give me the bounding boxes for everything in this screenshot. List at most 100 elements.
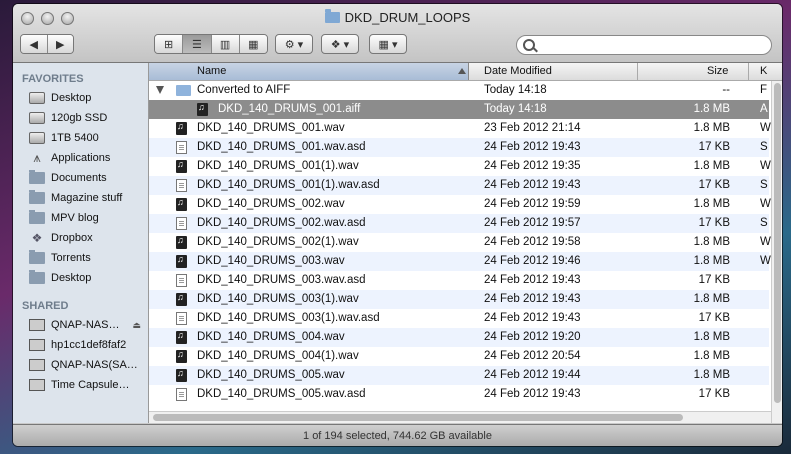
file-name: DKD_140_DRUMS_003(1).wav.asd (197, 312, 380, 324)
file-row[interactable]: DKD_140_DRUMS_001(1).wav 24 Feb 2012 19:3… (149, 157, 771, 176)
sidebar-item-label: 1TB 5400 (51, 132, 99, 144)
sidebar-item[interactable]: Magazine stuff (29, 188, 147, 208)
sidebar-item[interactable]: QNAP-NAS(SA… (29, 355, 147, 375)
forward-button[interactable]: ▶ (47, 35, 73, 53)
column-view-button[interactable]: ▥ (211, 35, 240, 53)
sidebar-item[interactable]: Time Capsule… (29, 375, 147, 395)
file-name: DKD_140_DRUMS_003.wav.asd (197, 274, 366, 286)
network-icon (29, 319, 45, 331)
document-icon (176, 388, 187, 401)
column-header-date[interactable]: Date Modified (484, 65, 552, 77)
search-field[interactable] (516, 35, 772, 55)
file-size: 17 KB (698, 312, 730, 324)
file-row[interactable]: DKD_140_DRUMS_002(1).wav 24 Feb 2012 19:5… (149, 233, 771, 252)
file-name: DKD_140_DRUMS_002(1).wav (197, 236, 359, 248)
document-icon (176, 312, 187, 325)
file-row[interactable]: DKD_140_DRUMS_002.wav 24 Feb 2012 19:59 1.… (149, 195, 771, 214)
file-name: DKD_140_DRUMS_004(1).wav (197, 350, 359, 362)
view-mode-control: ⊞ ☰ ▥ ▦ (154, 34, 268, 54)
column-divider[interactable] (748, 63, 749, 80)
sidebar-item[interactable]: Desktop (29, 268, 147, 288)
sidebar-item[interactable]: ⩚ Applications (29, 148, 147, 168)
sidebar-item[interactable]: Desktop (29, 88, 147, 108)
file-date: 24 Feb 2012 19:59 (484, 198, 581, 210)
vertical-scrollbar[interactable] (771, 81, 782, 423)
sidebar-item-label: 120gb SSD (51, 112, 108, 124)
sidebar-item[interactable]: ❖ Dropbox (29, 228, 147, 248)
dropbox-menu-button[interactable]: ❖ ▾ (321, 34, 359, 54)
audio-file-icon (176, 368, 187, 382)
file-size: -- (722, 84, 730, 96)
file-name: DKD_140_DRUMS_001.wav.asd (197, 141, 366, 153)
file-date: 24 Feb 2012 19:43 (484, 274, 581, 286)
file-kind: S (760, 179, 768, 191)
sidebar-item-label: Desktop (51, 92, 92, 104)
file-kind: F (760, 84, 768, 96)
icon-view-button[interactable]: ⊞ (155, 35, 184, 53)
column-header-name[interactable]: Name (197, 65, 226, 77)
file-row[interactable]: DKD_140_DRUMS_001.wav.asd 24 Feb 2012 19:… (149, 138, 769, 157)
vertical-scroll-thumb[interactable] (774, 83, 781, 403)
file-kind: W (760, 198, 771, 210)
file-row[interactable]: DKD_140_DRUMS_003(1).wav 24 Feb 2012 19:4… (149, 290, 769, 309)
audio-file-icon (176, 292, 187, 306)
file-date: 23 Feb 2012 21:14 (484, 122, 581, 134)
file-row[interactable]: DKD_140_DRUMS_003.wav.asd 24 Feb 2012 19:… (149, 271, 769, 290)
eject-icon[interactable]: ⏏ (132, 320, 141, 331)
file-date: 24 Feb 2012 19:46 (484, 255, 581, 267)
audio-file-icon (176, 121, 187, 135)
finder-window: DKD_DRUM_LOOPS ◀ ▶ ⊞ ☰ ▥ ▦ ⚙ ▾ ❖ ▾ ▦ ▾ F… (13, 4, 782, 446)
action-menu-button[interactable]: ⚙ ▾ (275, 34, 313, 54)
sidebar-item[interactable]: MPV blog (29, 208, 147, 228)
sidebar-item[interactable]: hp1cc1def8faf2 (29, 335, 147, 355)
file-size: 17 KB (698, 274, 730, 286)
folder-icon (29, 250, 45, 264)
list-view-button[interactable]: ☰ (183, 35, 212, 53)
sidebar-item[interactable]: Documents (29, 168, 147, 188)
disclosure-triangle-icon[interactable] (156, 86, 164, 94)
file-size: 1.8 MB (693, 160, 730, 172)
column-header-size[interactable]: Size (707, 65, 728, 77)
title-bar: DKD_DRUM_LOOPS ◀ ▶ ⊞ ☰ ▥ ▦ ⚙ ▾ ❖ ▾ ▦ ▾ (13, 4, 782, 63)
file-row[interactable]: DKD_140_DRUMS_004(1).wav 24 Feb 2012 20:5… (149, 347, 769, 366)
applications-icon: ⩚ (33, 150, 41, 165)
file-row[interactable]: DKD_140_DRUMS_004.wav 24 Feb 2012 19:20 1.… (149, 328, 769, 347)
file-row[interactable]: DKD_140_DRUMS_001.wav 23 Feb 2012 21:14 1.… (149, 119, 771, 138)
file-size: 1.8 MB (693, 103, 730, 115)
window-title-text: DKD_DRUM_LOOPS (344, 10, 471, 25)
sidebar-item[interactable]: 120gb SSD (29, 108, 147, 128)
column-divider[interactable] (637, 63, 638, 80)
horizontal-scrollbar[interactable] (149, 411, 771, 423)
search-input[interactable] (539, 37, 769, 55)
network-icon (29, 359, 45, 371)
sidebar-item-label: MPV blog (51, 212, 99, 224)
file-date: 24 Feb 2012 19:57 (484, 217, 581, 229)
file-row[interactable]: DKD_140_DRUMS_002.wav.asd 24 Feb 2012 19:… (149, 214, 769, 233)
column-header-kind[interactable]: K (760, 65, 767, 77)
file-name: DKD_140_DRUMS_003.wav (197, 255, 345, 267)
file-row[interactable]: Converted to AIFF Today 14:18 -- F (149, 81, 769, 100)
file-kind: A (760, 103, 768, 115)
sidebar-item[interactable]: QNAP-NAS… ⏏ (29, 315, 147, 335)
sidebar-item[interactable]: Torrents (29, 248, 147, 268)
file-row[interactable]: DKD_140_DRUMS_005.wav 24 Feb 2012 19:44 1.… (149, 366, 769, 385)
file-row[interactable]: DKD_140_DRUMS_003.wav 24 Feb 2012 19:46 1.… (149, 252, 771, 271)
file-kind: W (760, 160, 771, 172)
column-header: Name Date Modified Size K (149, 63, 782, 81)
coverflow-view-button[interactable]: ▦ (239, 35, 267, 53)
file-row[interactable]: DKD_140_DRUMS_003(1).wav.asd 24 Feb 2012 … (149, 309, 769, 328)
file-name: DKD_140_DRUMS_001(1).wav.asd (197, 179, 380, 191)
file-name: DKD_140_DRUMS_005.wav (197, 369, 345, 381)
file-row[interactable]: DKD_140_DRUMS_001.aiff Today 14:18 1.8 MB A (149, 100, 769, 119)
file-name: DKD_140_DRUMS_001(1).wav (197, 160, 359, 172)
file-date: 24 Feb 2012 19:35 (484, 160, 581, 172)
file-date: 24 Feb 2012 20:54 (484, 350, 581, 362)
sidebar-item[interactable]: 1TB 5400 (29, 128, 147, 148)
file-row[interactable]: DKD_140_DRUMS_005.wav.asd 24 Feb 2012 19:… (149, 385, 769, 404)
file-date: 24 Feb 2012 19:43 (484, 312, 581, 324)
horizontal-scroll-thumb[interactable] (153, 414, 683, 421)
file-row[interactable]: DKD_140_DRUMS_001(1).wav.asd 24 Feb 2012 … (149, 176, 769, 195)
arrange-menu-button[interactable]: ▦ ▾ (369, 34, 407, 54)
back-button[interactable]: ◀ (21, 35, 48, 53)
sidebar-item-label: Torrents (51, 252, 91, 264)
